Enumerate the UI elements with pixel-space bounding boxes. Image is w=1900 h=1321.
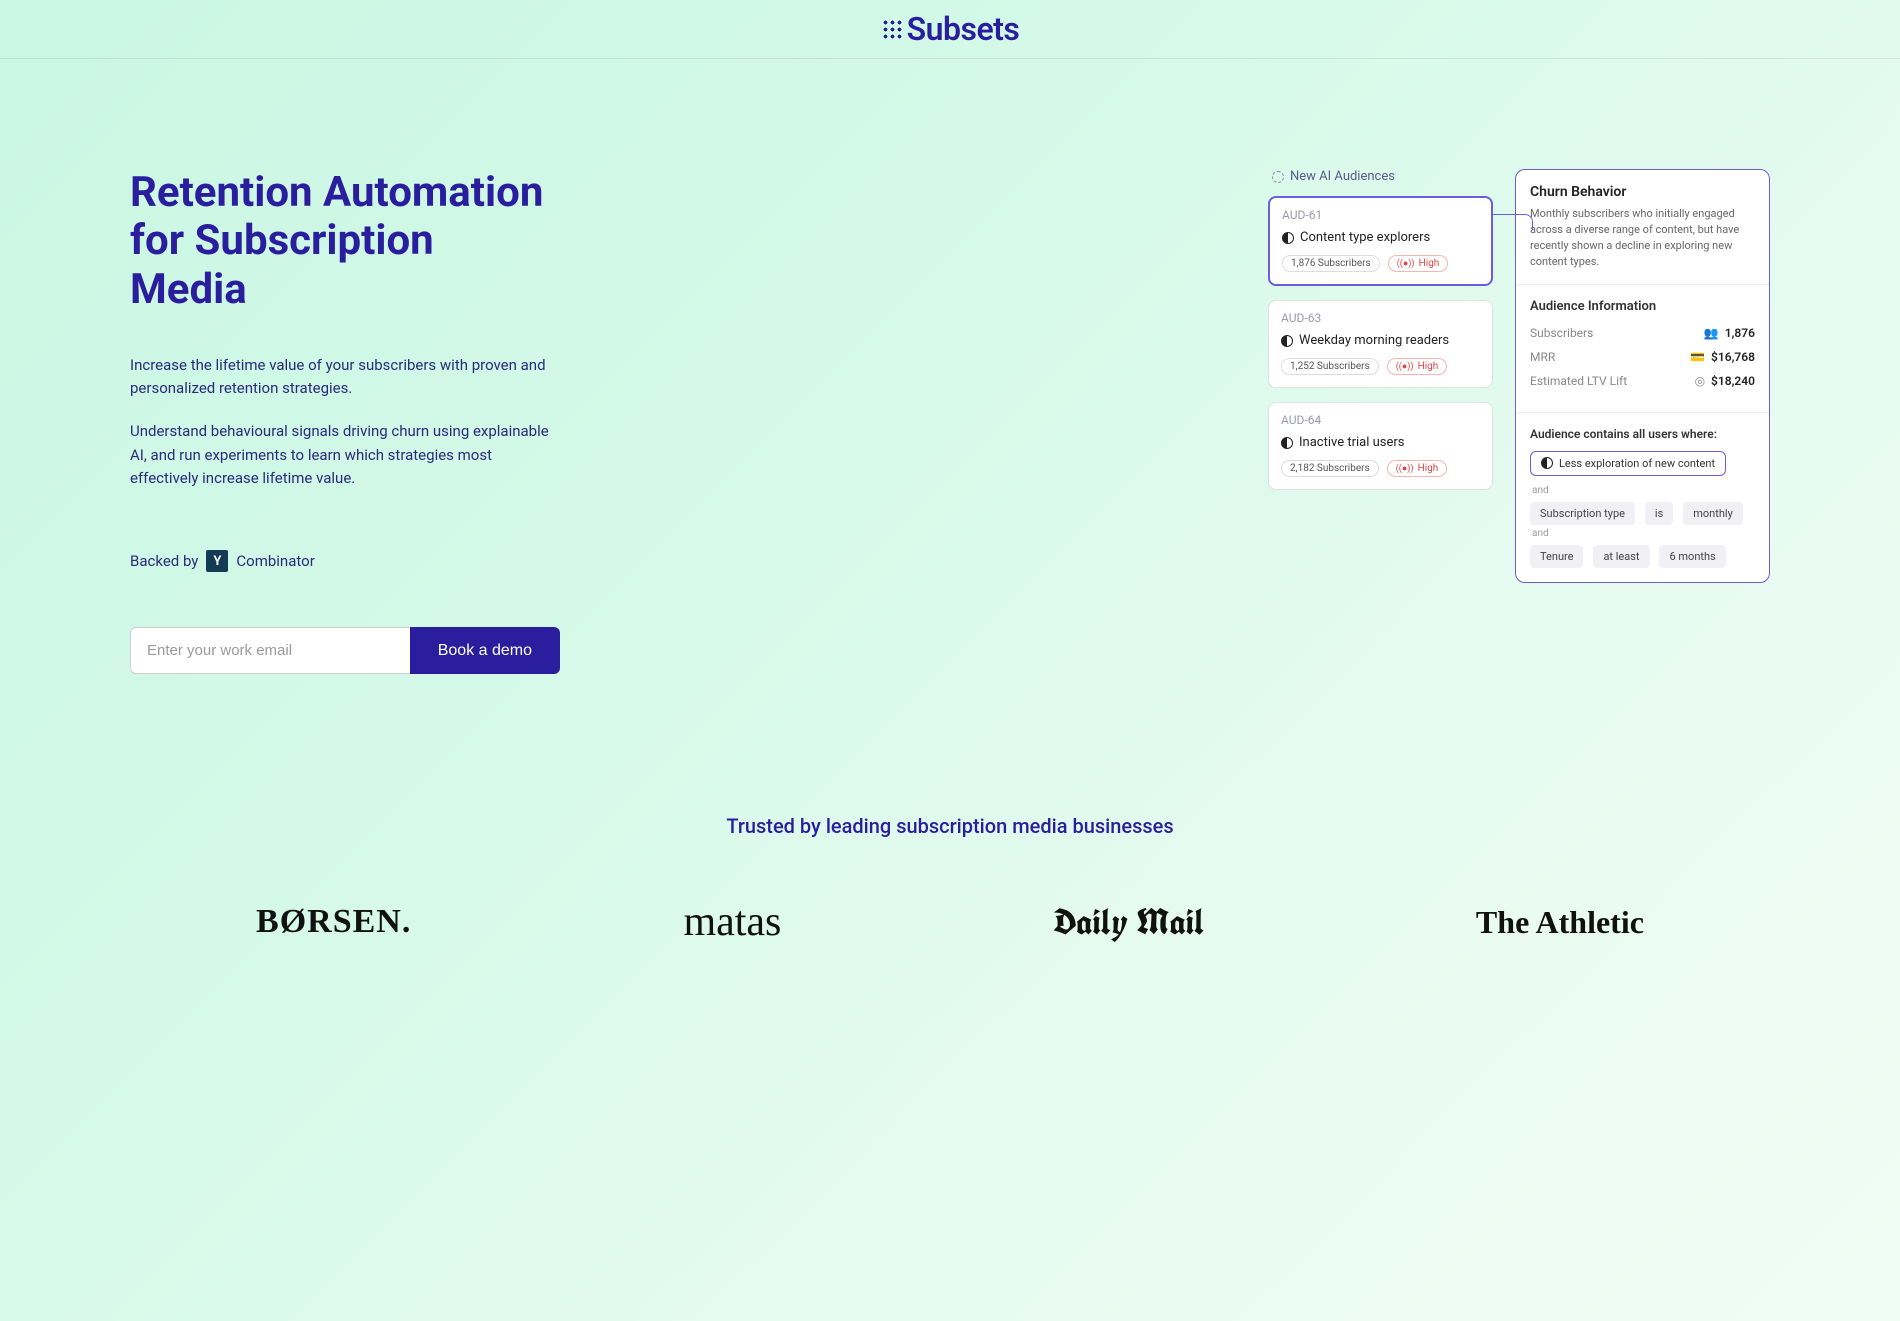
audience-meta: 1,252 Subscribers ((●)) High	[1281, 358, 1480, 375]
yc-badge-icon: Y	[206, 550, 228, 572]
target-icon: ◎	[1695, 374, 1705, 388]
email-input[interactable]	[130, 627, 410, 674]
customer-logo: Daily Mail	[1053, 899, 1203, 946]
info-row: MRR 💳 $16,768	[1530, 350, 1755, 364]
rule-chip-label: Less exploration of new content	[1559, 457, 1715, 470]
subscribers-pill: 1,252 Subscribers	[1281, 358, 1379, 375]
info-header: Audience Information	[1530, 299, 1755, 314]
logos-row: BØRSEN. matas Daily Mail The Athletic	[0, 898, 1900, 946]
info-value-text: $18,240	[1711, 374, 1755, 388]
info-value: ◎ $18,240	[1695, 374, 1755, 388]
hero-para-1: Increase the lifetime value of your subs…	[130, 354, 560, 401]
backed-prefix: Backed by	[130, 552, 198, 570]
risk-pill: ((●)) High	[1387, 358, 1448, 375]
audience-card[interactable]: AUD-64 Inactive trial users 2,182 Subscr…	[1268, 402, 1493, 490]
audiences-header-label: New AI Audiences	[1290, 169, 1395, 184]
risk-label: High	[1418, 361, 1439, 372]
audience-title-row: Weekday morning readers	[1281, 333, 1480, 348]
detail-rules-section: Audience contains all users where: Less …	[1516, 413, 1769, 582]
audience-id: AUD-64	[1281, 413, 1480, 427]
trusted-title: Trusted by leading subscription media bu…	[0, 814, 1900, 838]
customer-logo: The Athletic	[1476, 904, 1644, 941]
audiences-column: New AI Audiences AUD-61 Content type exp…	[1268, 169, 1493, 504]
hero-title-line1: Retention Automation	[130, 168, 543, 217]
rule-chip: monthly	[1683, 502, 1743, 525]
info-value-text: $16,768	[1711, 350, 1755, 364]
rule-row: Tenure at least 6 months	[1530, 545, 1755, 568]
trusted-section: Trusted by leading subscription media bu…	[0, 674, 1900, 976]
cta-row: Book a demo	[130, 627, 560, 674]
info-value: 💳 $16,768	[1690, 350, 1755, 364]
info-value-text: 1,876	[1725, 326, 1755, 340]
book-demo-button[interactable]: Book a demo	[410, 627, 560, 674]
detail-description: Monthly subscribers who initially engage…	[1530, 206, 1755, 270]
rule-chip: at least	[1593, 545, 1649, 568]
risk-label: High	[1418, 463, 1439, 474]
hero-title-line2: for Subscription Media	[130, 216, 434, 313]
risk-pill: ((●)) High	[1387, 460, 1448, 477]
audience-title-row: Content type explorers	[1282, 230, 1479, 245]
rules-header: Audience contains all users where:	[1530, 427, 1755, 441]
hero-subtitle: Increase the lifetime value of your subs…	[130, 354, 560, 490]
customer-logo: BØRSEN.	[256, 903, 411, 941]
site-header: Subsets	[0, 0, 1900, 59]
backed-name: Combinator	[236, 552, 314, 570]
signal-icon: ((●))	[1397, 258, 1415, 269]
risk-pill: ((●)) High	[1388, 255, 1449, 272]
hero-section: Retention Automation for Subscription Me…	[0, 59, 1900, 674]
detail-info-section: Audience Information Subscribers 👥1,876 …	[1516, 285, 1769, 412]
people-icon: 👥	[1704, 326, 1719, 340]
contrast-icon	[1541, 457, 1553, 469]
rule-chip: is	[1645, 502, 1673, 525]
and-label: and	[1532, 485, 1755, 496]
audience-card[interactable]: AUD-61 Content type explorers 1,876 Subs…	[1268, 196, 1493, 286]
info-label: MRR	[1530, 350, 1555, 364]
risk-label: High	[1419, 258, 1440, 269]
hero-title: Retention Automation for Subscription Me…	[130, 169, 560, 314]
subscribers-pill: 1,876 Subscribers	[1282, 255, 1380, 272]
rule-row: Subscription type is monthly	[1530, 502, 1755, 525]
connector-line	[1491, 214, 1533, 230]
detail-behavior-section: Churn Behavior Monthly subscribers who i…	[1516, 170, 1769, 284]
audience-card[interactable]: AUD-63 Weekday morning readers 1,252 Sub…	[1268, 300, 1493, 388]
contrast-icon	[1281, 335, 1293, 347]
audience-id: AUD-63	[1281, 311, 1480, 325]
audience-title: Inactive trial users	[1299, 435, 1405, 450]
info-label: Estimated LTV Lift	[1530, 374, 1627, 388]
info-value: 👥 1,876	[1704, 326, 1755, 340]
rule-chip: Tenure	[1530, 545, 1583, 568]
audience-title: Weekday morning readers	[1299, 333, 1449, 348]
detail-title: Churn Behavior	[1530, 184, 1755, 200]
subscribers-pill: 2,182 Subscribers	[1281, 460, 1379, 477]
info-row: Subscribers 👥 1,876	[1530, 326, 1755, 340]
audiences-header: New AI Audiences	[1268, 169, 1493, 184]
sparkle-icon	[1272, 171, 1284, 183]
brand-name: Subsets	[907, 10, 1020, 48]
brand-logo-icon	[881, 18, 903, 40]
contrast-icon	[1281, 437, 1293, 449]
card-icon: 💳	[1690, 350, 1705, 364]
info-label: Subscribers	[1530, 326, 1593, 340]
info-row: Estimated LTV Lift ◎ $18,240	[1530, 374, 1755, 388]
signal-icon: ((●))	[1396, 361, 1414, 372]
audience-id: AUD-61	[1282, 208, 1479, 222]
hero-para-2: Understand behavioural signals driving c…	[130, 420, 560, 490]
audience-meta: 1,876 Subscribers ((●)) High	[1282, 255, 1479, 272]
audience-title-row: Inactive trial users	[1281, 435, 1480, 450]
backed-by: Backed by Y Combinator	[130, 550, 560, 572]
audience-meta: 2,182 Subscribers ((●)) High	[1281, 460, 1480, 477]
product-preview: New AI Audiences AUD-61 Content type exp…	[1268, 169, 1770, 583]
audience-title: Content type explorers	[1300, 230, 1430, 245]
rule-chip: 6 months	[1659, 545, 1725, 568]
rule-chip: Subscription type	[1530, 502, 1635, 525]
brand-logo[interactable]: Subsets	[881, 10, 1020, 48]
and-label: and	[1532, 528, 1755, 539]
rule-chip-primary: Less exploration of new content	[1530, 451, 1726, 476]
detail-panel: Churn Behavior Monthly subscribers who i…	[1515, 169, 1770, 583]
contrast-icon	[1282, 232, 1294, 244]
customer-logo: matas	[683, 898, 781, 946]
signal-icon: ((●))	[1396, 463, 1414, 474]
hero-copy: Retention Automation for Subscription Me…	[130, 169, 560, 674]
